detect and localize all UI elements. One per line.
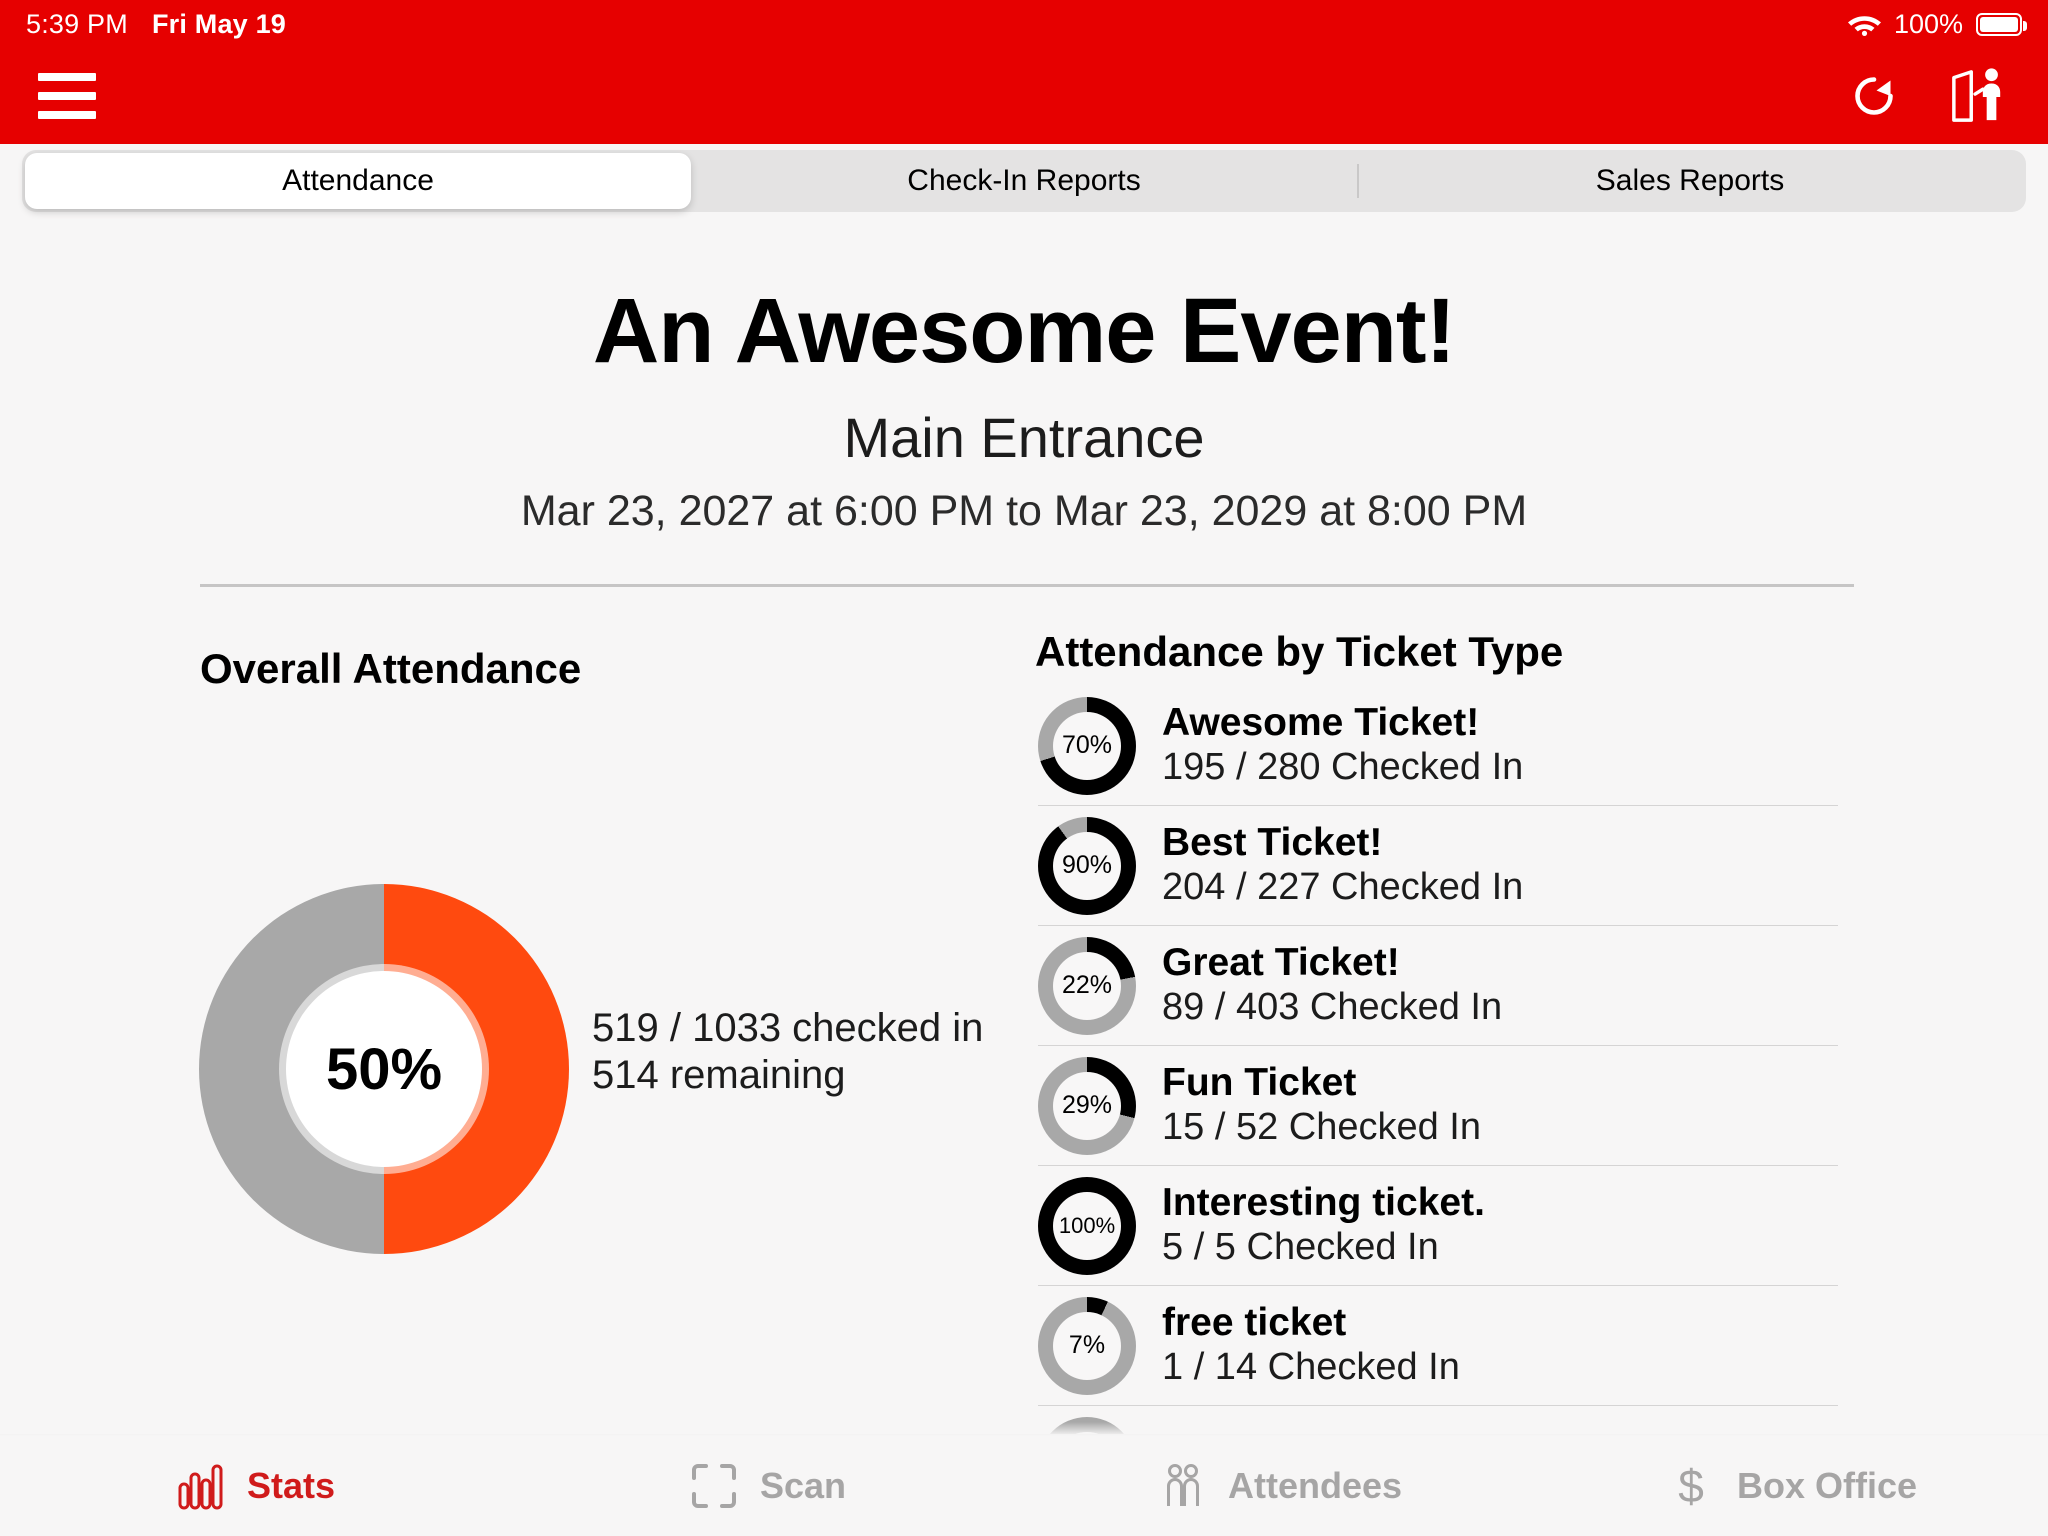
ticket-type-donut-hole: 29% (1053, 1071, 1121, 1140)
ticket-type-donut: 100% (1038, 1176, 1136, 1275)
ticket-type-row[interactable]: 70% Awesome Ticket! 195 / 280 Checked In (1038, 686, 1838, 806)
tab-attendance[interactable]: Attendance (25, 153, 691, 209)
ticket-type-donut: 7% (1038, 1296, 1136, 1395)
ticket-type-heading: Attendance by Ticket Type (1035, 628, 1564, 675)
ticket-type-text: free ticket 1 / 14 Checked In (1162, 1301, 1460, 1389)
ticket-type-donut: 90% (1038, 816, 1136, 915)
report-tabs[interactable]: Attendance Check-In Reports Sales Report… (22, 150, 2026, 212)
event-date-range: Mar 23, 2027 at 6:00 PM to Mar 23, 2029 … (520, 487, 1528, 535)
ticket-type-row[interactable]: 90% Best Ticket! 204 / 227 Checked In (1038, 806, 1838, 926)
ticket-type-text: Fun Ticket 15 / 52 Checked In (1162, 1061, 1481, 1149)
ticket-type-text: Awesome Ticket! 195 / 280 Checked In (1162, 701, 1524, 789)
event-location: Main Entrance (843, 406, 1205, 469)
ticket-type-donut-hole: 70% (1053, 711, 1121, 780)
tab-sales-reports-label: Sales Reports (1595, 164, 1785, 197)
ticket-type-donut: 29% (1038, 1056, 1136, 1155)
ticket-type-percent-label: 22% (1061, 971, 1113, 999)
dollar-sign-icon: $ (1667, 1461, 1715, 1511)
scan-frame-icon (690, 1461, 738, 1511)
ticket-type-percent-label: 7% (1068, 1331, 1106, 1359)
ticket-type-name: Awesome Ticket! (1162, 701, 1480, 745)
ticket-type-percent-label: 70% (1061, 731, 1113, 759)
ticket-type-percent-label: 100% (1058, 1212, 1116, 1238)
ticket-type-percent-label: 29% (1061, 1091, 1113, 1119)
hamburger-menu-icon[interactable] (38, 73, 96, 119)
ticket-type-row[interactable]: 29% Fun Ticket 15 / 52 Checked In (1038, 1046, 1838, 1166)
ticket-type-text: Interesting ticket. 5 / 5 Checked In (1162, 1181, 1485, 1269)
tab-attendees[interactable]: Attendees (1024, 1436, 1536, 1536)
status-bar-right: 100% (1847, 8, 2027, 40)
tab-box-office-label: Box Office (1736, 1465, 1918, 1506)
tab-stats[interactable]: Stats (0, 1436, 512, 1536)
ticket-type-count: 195 / 280 Checked In (1162, 746, 1524, 789)
ticket-type-donut-hole: 90% (1053, 831, 1121, 900)
ticket-type-row[interactable]: 100% Interesting ticket. 5 / 5 Checked In (1038, 1166, 1838, 1286)
people-icon (1158, 1461, 1206, 1511)
ticket-type-count: 204 / 227 Checked In (1162, 866, 1524, 909)
donut-hole: 50% (293, 978, 475, 1160)
battery-full-icon (1976, 12, 2027, 36)
tab-checkin-reports[interactable]: Check-In Reports (691, 153, 1357, 209)
ticket-type-name: Interesting ticket. (1162, 1181, 1485, 1225)
ticket-type-donut: 70% (1038, 696, 1136, 795)
tab-box-office[interactable]: $ Box Office (1536, 1436, 2048, 1536)
header-divider (200, 584, 1854, 587)
tab-scan-label: Scan (759, 1465, 847, 1506)
overall-percent-label: 50% (325, 1036, 443, 1102)
status-date: Fri May 19 (151, 8, 287, 39)
ticket-type-donut-hole: 100% (1053, 1191, 1121, 1260)
status-time: 5:39 PM (26, 8, 128, 39)
event-title: An Awesome Event! (592, 280, 1456, 382)
ticket-type-name: Great Ticket! (1162, 941, 1400, 985)
ticket-type-name: Best Ticket! (1162, 821, 1383, 865)
ticket-type-name: Fun Ticket (1162, 1061, 1357, 1105)
refresh-icon[interactable] (1846, 66, 1902, 126)
ticket-type-count: 1 / 14 Checked In (1162, 1346, 1460, 1389)
ticket-type-row[interactable]: 7% free ticket 1 / 14 Checked In (1038, 1286, 1838, 1406)
wifi-icon (1847, 12, 1881, 36)
overall-attendance-heading: Overall Attendance (200, 645, 582, 692)
ticket-type-donut: 22% (1038, 936, 1136, 1035)
tab-checkin-reports-label: Check-In Reports (907, 164, 1141, 197)
tab-scan[interactable]: Scan (512, 1436, 1024, 1536)
status-bar: 5:39 PM Fri May 19 100% (0, 0, 2048, 48)
ticket-type-donut-hole: 22% (1053, 951, 1121, 1020)
ticket-type-list[interactable]: 70% Awesome Ticket! 195 / 280 Checked In 90… (1038, 686, 1838, 1446)
bottom-tab-bar[interactable]: Stats Scan Attendees $ Box Office (0, 1422, 2048, 1536)
overall-remaining-label: 514 remaining (592, 1053, 846, 1098)
overall-attendance-stats: 519 / 1033 checked in 514 remaining (592, 1005, 983, 1099)
ticket-type-count: 5 / 5 Checked In (1162, 1226, 1439, 1269)
nav-bar-actions (1846, 66, 2006, 126)
tab-attendees-label: Attendees (1227, 1465, 1403, 1506)
overall-checked-in-label: 519 / 1033 checked in (592, 1006, 984, 1050)
nav-bar (0, 48, 2048, 144)
tab-attendance-label: Attendance (282, 164, 434, 197)
ticket-type-count: 89 / 403 Checked In (1162, 986, 1503, 1029)
bar-chart-icon (177, 1461, 225, 1511)
overall-attendance-donut: 50% (199, 884, 569, 1254)
ticket-type-donut-hole: 7% (1053, 1311, 1121, 1380)
svg-text:$: $ (1678, 1462, 1704, 1510)
ticket-type-name: free ticket (1162, 1301, 1347, 1345)
battery-percent: 100% (1893, 8, 1963, 39)
tab-sales-reports[interactable]: Sales Reports (1357, 153, 2023, 209)
ticket-type-row[interactable]: 22% Great Ticket! 89 / 403 Checked In (1038, 926, 1838, 1046)
ticket-type-percent-label: 90% (1061, 851, 1113, 879)
ticket-type-text: Best Ticket! 204 / 227 Checked In (1162, 821, 1524, 909)
status-bar-left: 5:39 PM Fri May 19 (26, 9, 286, 40)
app-screen: 5:39 PM Fri May 19 100% Attendance Check… (0, 0, 2048, 1536)
check-in-door-icon[interactable] (1950, 66, 2006, 126)
tab-stats-label: Stats (246, 1465, 336, 1506)
ticket-type-count: 15 / 52 Checked In (1162, 1106, 1481, 1149)
ticket-type-text: Great Ticket! 89 / 403 Checked In (1162, 941, 1503, 1029)
tab-separator (1357, 164, 1359, 198)
